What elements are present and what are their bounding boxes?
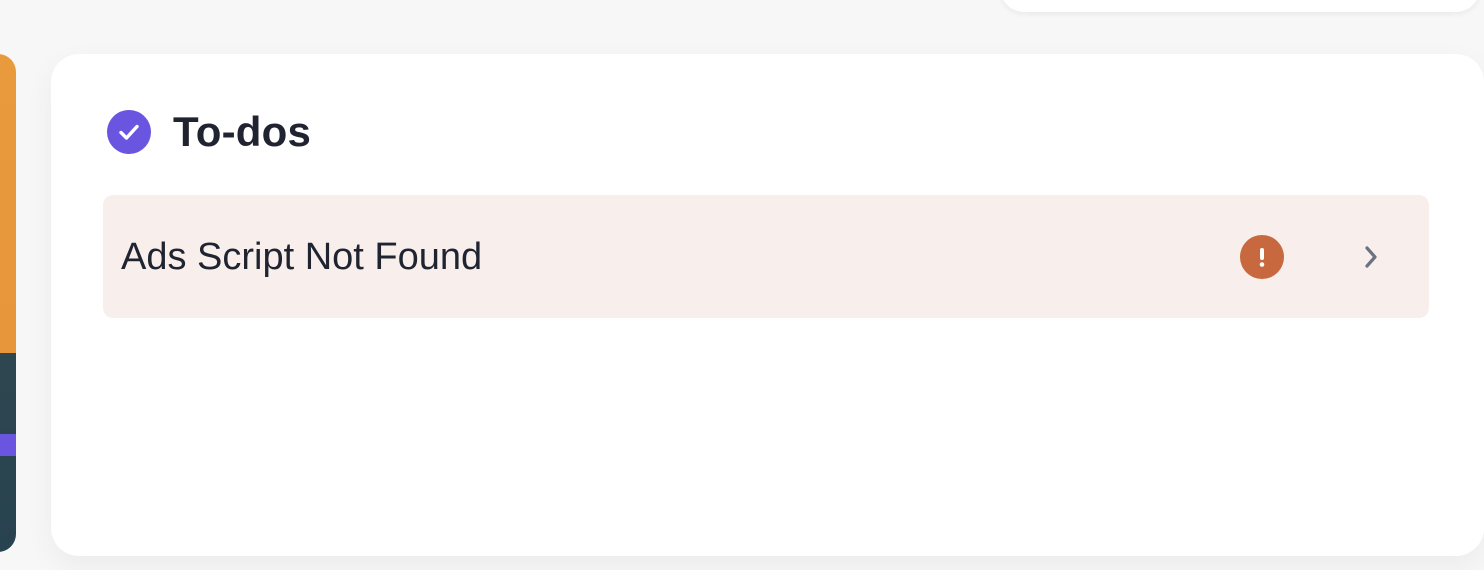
todo-item-label: Ads Script Not Found <box>121 235 483 278</box>
page: To-dos Ads Script Not Found <box>0 0 1484 570</box>
chevron-right-icon[interactable] <box>1351 237 1391 277</box>
todos-card: To-dos Ads Script Not Found <box>51 54 1484 556</box>
top-card-fragment <box>1000 0 1480 12</box>
todos-header: To-dos <box>107 110 311 154</box>
todos-title: To-dos <box>173 108 312 155</box>
left-card-fragment <box>0 54 16 552</box>
left-card-accent <box>0 434 16 456</box>
check-circle-icon <box>107 110 151 154</box>
todo-item[interactable]: Ads Script Not Found <box>103 195 1429 318</box>
alert-icon <box>1240 235 1284 279</box>
